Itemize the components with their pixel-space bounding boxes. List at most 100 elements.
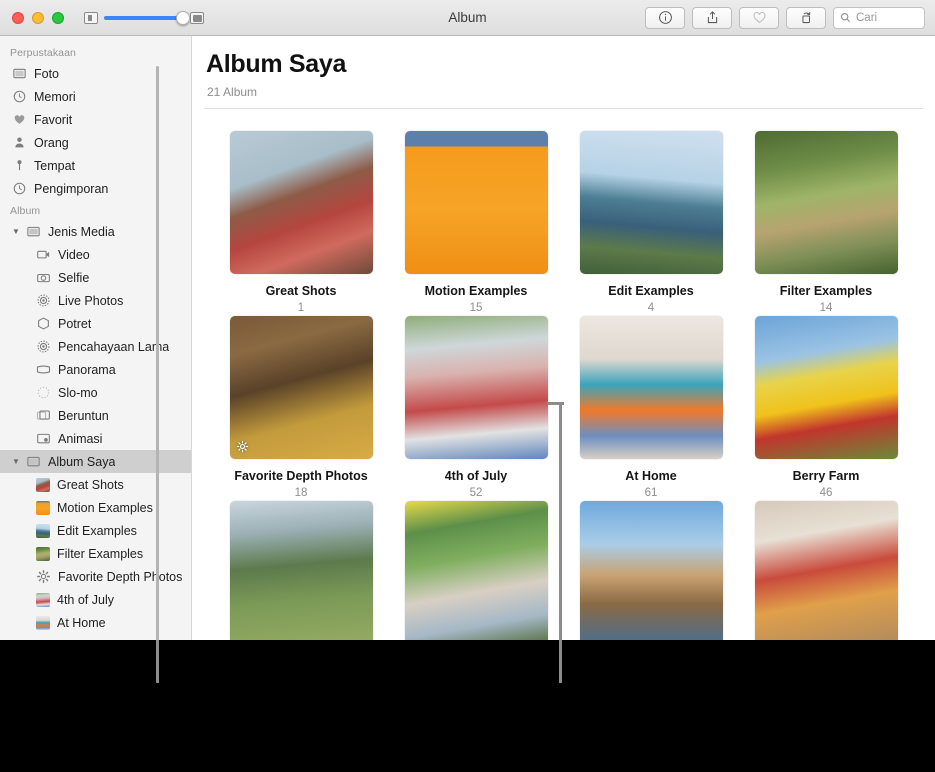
animation-icon: [36, 431, 51, 446]
pin-icon: [12, 158, 27, 173]
window-body: PerpustakaanFotoMemoriFavoritOrangTempat…: [0, 36, 935, 640]
album-photo-count: 61: [645, 487, 658, 499]
sidebar-item-great-shots[interactable]: Great Shots: [0, 473, 191, 496]
close-button[interactable]: [12, 12, 24, 24]
album-cover-thumbnail[interactable]: [580, 316, 723, 459]
sidebar-item-pencahayaan-lama[interactable]: Pencahayaan Lama: [0, 335, 191, 358]
camera-icon: [36, 270, 51, 285]
cube-icon: [36, 316, 51, 331]
sidebar-item-slo-mo[interactable]: Slo-mo: [0, 381, 191, 404]
album-cover-thumbnail[interactable]: [230, 316, 373, 459]
sidebar-item-at-home[interactable]: At Home: [0, 611, 191, 634]
album-photo-count: 52: [470, 487, 483, 499]
sidebar-item-edit-examples[interactable]: Edit Examples: [0, 519, 191, 542]
album-cover-thumbnail[interactable]: [580, 131, 723, 274]
album-cell[interactable]: At Home 61: [564, 316, 739, 499]
slomo-icon: [36, 385, 51, 400]
album-cover-thumbnail[interactable]: [405, 501, 548, 640]
sidebar-item-memori[interactable]: Memori: [0, 85, 191, 108]
album-cell[interactable]: Great Shots1: [214, 131, 389, 314]
sidebar-item-orang[interactable]: Orang: [0, 131, 191, 154]
slider-track[interactable]: [104, 16, 184, 20]
album-cover-thumbnail[interactable]: [230, 501, 373, 640]
sidebar-item-potret[interactable]: Potret: [0, 312, 191, 335]
rotate-icon: [799, 10, 814, 25]
sidebar-item-live-photos[interactable]: Live Photos: [0, 289, 191, 312]
sidebar-item-motion-examples[interactable]: Motion Examples: [0, 496, 191, 519]
memories-icon: [12, 89, 27, 104]
live-photo-icon: [36, 339, 51, 354]
sidebar-item-foto[interactable]: Foto: [0, 62, 191, 85]
album-cell[interactable]: Favorite Depth Photos18: [214, 316, 389, 499]
album-cell[interactable]: Motion Examples15: [389, 131, 564, 314]
album-cover-thumbnail[interactable]: [580, 501, 723, 640]
album-cell[interactable]: [564, 501, 739, 640]
album-photo-count: 18: [295, 487, 308, 499]
zoom-button[interactable]: [52, 12, 64, 24]
sidebar-list: PerpustakaanFotoMemoriFavoritOrangTempat…: [0, 42, 191, 634]
favorite-button[interactable]: [739, 7, 779, 29]
photos-window: Album: [0, 0, 935, 640]
sidebar-item-selfie[interactable]: Selfie: [0, 266, 191, 289]
sidebar-item-album-saya[interactable]: ▼Album Saya: [0, 450, 191, 473]
album-cover-thumbnail[interactable]: [405, 131, 548, 274]
sidebar-item-tempat[interactable]: Tempat: [0, 154, 191, 177]
slider-knob[interactable]: [176, 11, 190, 25]
info-button[interactable]: [645, 7, 685, 29]
album-thumb-at-home: [36, 616, 50, 630]
album-name: At Home: [625, 469, 676, 483]
sidebar-item-label: Selfie: [58, 271, 89, 285]
album-cover-thumbnail[interactable]: [755, 501, 898, 640]
album-cover-thumbnail[interactable]: [230, 131, 373, 274]
sidebar-item-4th-of-july[interactable]: 4th of July: [0, 588, 191, 611]
sidebar-item-label: Favorit: [34, 113, 72, 127]
gear-icon: [36, 569, 51, 584]
sidebar-item-label: Video: [58, 248, 90, 262]
sidebar: PerpustakaanFotoMemoriFavoritOrangTempat…: [0, 36, 192, 640]
sidebar-item-video[interactable]: Video: [0, 243, 191, 266]
album-thumb-motion-examples: [36, 501, 50, 515]
search-input[interactable]: Cari: [833, 7, 925, 29]
album-thumb-filter-examples: [36, 547, 50, 561]
sidebar-item-pengimporan[interactable]: Pengimporan: [0, 177, 191, 200]
page-title: Album Saya: [192, 36, 935, 79]
sidebar-item-label: Orang: [34, 136, 69, 150]
sidebar-scrollbar[interactable]: [156, 66, 159, 640]
minimize-button[interactable]: [32, 12, 44, 24]
album-cover-thumbnail[interactable]: [755, 131, 898, 274]
thumbnail-size-slider[interactable]: [84, 12, 204, 24]
sidebar-item-animasi[interactable]: Animasi: [0, 427, 191, 450]
album-cell[interactable]: [214, 501, 389, 640]
album-cell[interactable]: Filter Examples14: [739, 131, 914, 314]
album-count-label: 21 Album: [192, 79, 935, 99]
album-cell[interactable]: [389, 501, 564, 640]
large-thumbnail-icon: [190, 12, 204, 24]
search-placeholder: Cari: [856, 12, 877, 24]
album-photo-count: 46: [820, 487, 833, 499]
sidebar-item-filter-examples[interactable]: Filter Examples: [0, 542, 191, 565]
sidebar-section-header: Album: [0, 200, 191, 220]
album-cell[interactable]: [739, 501, 914, 640]
sidebar-item-beruntun[interactable]: Beruntun: [0, 404, 191, 427]
album-name: 4th of July: [445, 469, 508, 483]
sidebar-item-favorite-depth-photos[interactable]: Favorite Depth Photos: [0, 565, 191, 588]
album-cell[interactable]: 4th of July 52: [389, 316, 564, 499]
window-titlebar: Album: [0, 0, 935, 36]
album-thumb-4th-of-july: [36, 593, 50, 607]
chevron-down-icon[interactable]: ▼: [12, 458, 21, 466]
album-cell[interactable]: Edit Examples4: [564, 131, 739, 314]
chevron-down-icon[interactable]: ▼: [12, 228, 21, 236]
sidebar-item-label: Slo-mo: [58, 386, 98, 400]
album-cover-thumbnail[interactable]: [755, 316, 898, 459]
sidebar-item-favorit[interactable]: Favorit: [0, 108, 191, 131]
album-cover-thumbnail[interactable]: [405, 316, 548, 459]
burst-icon: [36, 408, 51, 423]
album-cell[interactable]: Berry Farm46: [739, 316, 914, 499]
heart-icon: [12, 112, 27, 127]
rotate-button[interactable]: [786, 7, 826, 29]
share-button[interactable]: [692, 7, 732, 29]
sidebar-item-jenis-media[interactable]: ▼Jenis Media: [0, 220, 191, 243]
sidebar-item-panorama[interactable]: Panorama: [0, 358, 191, 381]
photos-icon: [12, 66, 27, 81]
clock-icon: [12, 181, 27, 196]
